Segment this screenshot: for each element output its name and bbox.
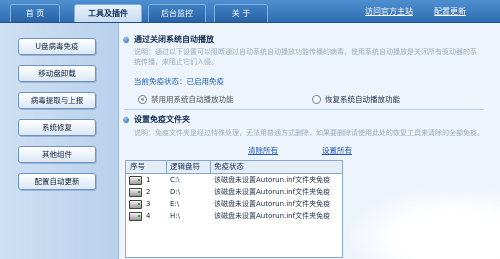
official-site-link[interactable]: 访问官方主站 <box>365 6 413 17</box>
tab-tools-plugins[interactable]: 工具及插件 <box>74 4 142 22</box>
top-menu-bar: 首 页 工具及插件 后台监控 关 于 访问官方主站 配置更新 <box>0 0 500 23</box>
restore-autoplay-option[interactable]: 恢复系统自动播放功能 <box>312 94 400 105</box>
table-row[interactable]: 4 H:\ 该磁盘未设置Autorun.inf文件夹免疫 <box>126 211 342 221</box>
tab-background-monitor[interactable]: 后台监控 <box>148 4 206 22</box>
section-divider <box>124 109 484 110</box>
set-all-link[interactable]: 设置所有 <box>322 145 352 156</box>
restore-autoplay-label: 恢复系统自动播放功能 <box>325 95 400 104</box>
radio-disable-autoplay[interactable] <box>138 95 147 104</box>
row-index: 1 <box>146 176 151 184</box>
immune-folder-section-title: 设置免疫文件夹 <box>134 115 190 124</box>
table-row[interactable]: 2 D:\ 该磁盘未设置Autorun.inf文件夹免疫 <box>126 187 342 197</box>
hard-drive-icon <box>129 212 142 221</box>
immunity-status-text: 当前免疫状态：已启用免疫 <box>134 77 224 86</box>
column-header-status: 免疫状态 <box>214 162 244 171</box>
blue-bullet-icon <box>123 117 129 123</box>
row-drive: H:\ <box>170 212 180 220</box>
sidebar-item-removable-unmount[interactable]: 移动盘卸载 <box>18 65 96 82</box>
immune-folder-description: 说明：免疫文件夹是经过特殊处理，无法用普通方式删除，如果要删除请使用此处的恢复工… <box>134 129 484 137</box>
watermark-fade <box>350 189 500 259</box>
autorun-section-title: 通过关闭系统自动播放 <box>134 35 214 44</box>
sidebar-item-virus-extract-report[interactable]: 病毒提取与上报 <box>18 92 96 109</box>
tab-home[interactable]: 首 页 <box>10 4 60 22</box>
sidebar-item-config-auto-update[interactable]: 配置自动更新 <box>18 173 96 190</box>
column-header-drive: 逻辑盘符 <box>170 162 200 171</box>
hard-drive-icon <box>129 176 142 185</box>
row-status: 该磁盘未设置Autorun.inf文件夹免疫 <box>214 188 331 196</box>
column-separator <box>166 161 167 173</box>
table-row[interactable]: 3 E:\ 该磁盘未设置Autorun.inf文件夹免疫 <box>126 199 342 209</box>
clear-all-link[interactable]: 清除所有 <box>248 145 278 156</box>
column-separator <box>210 161 211 173</box>
sidebar-item-other-components[interactable]: 其他组件 <box>18 146 96 163</box>
disable-autoplay-label: 禁用用系统自动播放功能 <box>151 95 234 104</box>
table-row[interactable]: 1 C:\ 该磁盘未设置Autorun.inf文件夹免疫 <box>126 175 342 185</box>
row-status: 该磁盘未设置Autorun.inf文件夹免疫 <box>214 212 331 220</box>
row-status: 该磁盘未设置Autorun.inf文件夹免疫 <box>214 176 331 184</box>
config-update-link[interactable]: 配置更新 <box>434 6 466 17</box>
row-drive: D:\ <box>170 188 181 196</box>
hard-drive-icon <box>129 188 142 197</box>
disable-autoplay-option[interactable]: 禁用用系统自动播放功能 <box>138 94 234 105</box>
hard-drive-icon <box>129 200 142 209</box>
autorun-section-description: 说明：通过以下设置可以阻断通过自动系统自动播放功能传播的病毒，使用系统自动播放是… <box>134 48 477 66</box>
drive-immunity-table: 序号 逻辑盘符 免疫状态 1 C:\ 该磁盘未设置Autorun.inf文件夹免… <box>125 160 343 258</box>
row-index: 3 <box>146 200 151 208</box>
row-index: 2 <box>146 188 151 196</box>
row-status: 该磁盘未设置Autorun.inf文件夹免疫 <box>214 200 331 208</box>
column-header-index: 序号 <box>130 162 145 171</box>
row-index: 4 <box>146 212 151 220</box>
sidebar-item-system-repair[interactable]: 系统修复 <box>18 119 96 136</box>
table-header: 序号 逻辑盘符 免疫状态 <box>126 161 342 174</box>
tab-about[interactable]: 关 于 <box>214 4 268 22</box>
row-drive: E:\ <box>170 200 180 208</box>
row-drive: C:\ <box>170 176 180 184</box>
radio-restore-autoplay[interactable] <box>312 95 321 104</box>
blue-bullet-icon <box>123 37 129 43</box>
sidebar-item-usb-immunity[interactable]: U盘病毒免疫 <box>18 38 96 55</box>
sidebar: U盘病毒免疫 移动盘卸载 病毒提取与上报 系统修复 其他组件 配置自动更新 <box>0 23 118 259</box>
